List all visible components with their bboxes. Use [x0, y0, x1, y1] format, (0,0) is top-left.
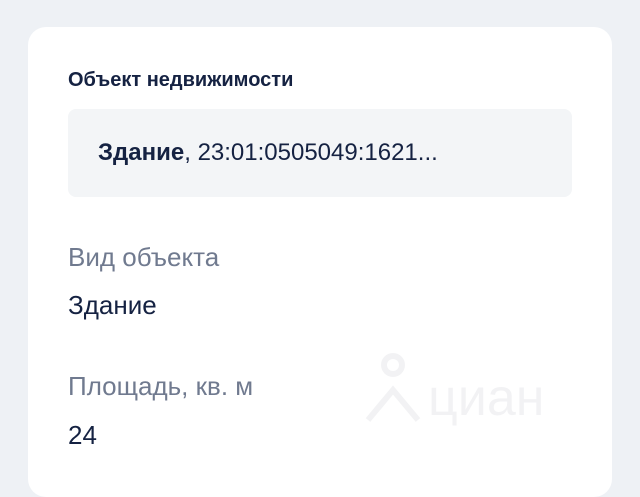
watermark-brand: циан — [428, 369, 544, 427]
field-value-area: 24 — [68, 420, 97, 450]
object-separator: , — [184, 139, 198, 166]
object-summary[interactable]: Здание, 23:01:0505049:1621... — [68, 109, 572, 197]
field-label-area: Площадь, кв. м — [68, 371, 254, 401]
field-value-object-kind: Здание — [68, 290, 157, 320]
cadastral-number: 23:01:0505049:1621... — [197, 139, 438, 166]
property-card: циан Объект недвижимости Здание, 23:01:0… — [28, 27, 612, 497]
section-title: Объект недвижимости — [68, 69, 294, 91]
object-type: Здание — [98, 139, 185, 166]
field-label-object-kind: Вид объекта — [68, 242, 220, 272]
cian-watermark: циан — [365, 353, 544, 427]
house-pin-icon — [365, 353, 421, 422]
